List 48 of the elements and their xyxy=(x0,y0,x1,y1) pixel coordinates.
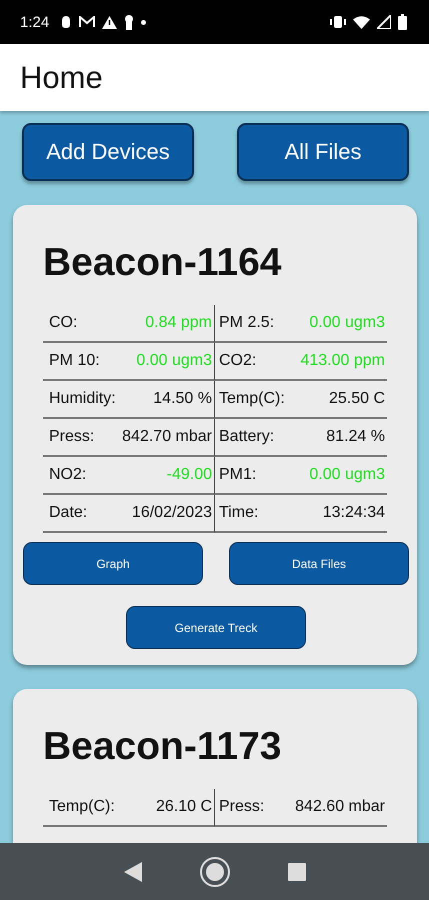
status-time: 1:24 xyxy=(20,14,50,30)
reading-label: PM 10: xyxy=(49,352,100,370)
reading-label: Temp(C): xyxy=(49,798,115,816)
graph-button[interactable]: Graph xyxy=(23,542,203,585)
reading-label: CO2: xyxy=(219,352,256,370)
battery-icon xyxy=(398,14,407,30)
reading-value: 842.60 mbar xyxy=(295,798,385,816)
back-icon[interactable] xyxy=(124,862,142,882)
signal-icon xyxy=(377,15,391,29)
dot-icon xyxy=(141,20,146,24)
reading-label: Press: xyxy=(49,428,94,446)
reading-label: Temp(C): xyxy=(219,390,285,408)
reading-label: PM 2.5: xyxy=(219,314,274,332)
keyhole-icon xyxy=(124,14,134,30)
reading-label: NO2: xyxy=(49,466,86,484)
reading-value: 0.00 ugm3 xyxy=(136,352,212,370)
reading-label: Press: xyxy=(219,798,264,816)
reading-label: Humidity: xyxy=(49,390,116,408)
home-icon[interactable] xyxy=(198,856,230,888)
all-files-button[interactable]: All Files xyxy=(237,123,409,181)
reading-value: 26.10 C xyxy=(156,798,212,816)
data-files-button[interactable]: Data Files xyxy=(229,542,409,585)
reading-value: 0.00 ugm3 xyxy=(309,466,385,484)
vibrate-icon xyxy=(330,16,346,28)
mail-icon xyxy=(79,16,96,28)
reading-value: 13:24:34 xyxy=(322,504,385,522)
generate-track-button[interactable]: Generate Treck xyxy=(126,606,306,649)
device-name: Beacon-1164 xyxy=(42,241,282,285)
reading-value: -49.00 xyxy=(166,466,212,484)
device-name: Beacon-1173 xyxy=(42,725,282,769)
reading-label: CO: xyxy=(49,314,78,332)
recents-icon[interactable] xyxy=(288,862,306,880)
add-devices-button[interactable]: Add Devices xyxy=(22,123,194,181)
reading-value: 14.50 % xyxy=(153,390,212,408)
reading-value: 25.50 C xyxy=(328,390,385,408)
reading-label: Battery: xyxy=(219,428,274,446)
reading-value: 16/02/2023 xyxy=(132,504,212,522)
reading-value: 413.00 ppm xyxy=(300,352,385,370)
reading-label: PM1: xyxy=(219,466,256,484)
reading-value: 81.24 % xyxy=(326,428,385,446)
reading-label: Date: xyxy=(49,504,88,522)
screen-title: Home xyxy=(20,60,103,96)
reading-label: Time: xyxy=(219,504,258,522)
reading-value: 0.84 ppm xyxy=(145,314,212,332)
wifi-icon xyxy=(353,16,370,28)
reading-value: 0.00 ugm3 xyxy=(309,314,385,332)
reading-value: 842.70 mbar xyxy=(122,428,212,446)
warning-icon xyxy=(102,16,118,28)
